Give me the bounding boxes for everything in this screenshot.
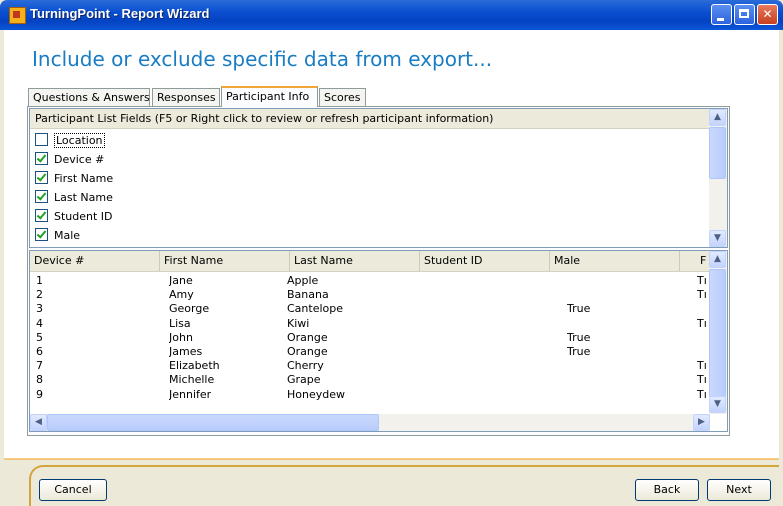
cell-first-name: James — [169, 345, 203, 358]
cell-f: Tı — [697, 274, 707, 287]
scroll-up-icon[interactable]: ▲ — [709, 109, 726, 126]
cell-last-name: Kiwi — [287, 316, 310, 330]
cell-device: 6 — [36, 345, 43, 358]
cell-device: 3 — [36, 302, 43, 316]
cell-last-name: Banana — [287, 288, 329, 302]
checkbox[interactable] — [35, 190, 48, 203]
cell-device: 8 — [36, 373, 43, 387]
field-male[interactable]: Male — [35, 228, 80, 245]
table-row[interactable]: 9 Jennifer Honeydew Tı — [30, 388, 710, 402]
tab-responses[interactable]: Responses — [152, 88, 220, 106]
table-row[interactable]: 1 Jane Apple Tı — [30, 274, 710, 288]
tab-participant-info[interactable]: Participant Info — [221, 86, 318, 107]
fields-list-header: Participant List Fields (F5 or Right cli… — [30, 109, 710, 129]
cell-first-name: Jane — [169, 274, 193, 287]
cell-first-name: George — [169, 302, 210, 316]
table-row[interactable]: 6 James Orange True — [30, 345, 710, 359]
cell-last-name: Apple — [287, 274, 319, 287]
column-header-last-name[interactable]: Last Name — [290, 251, 420, 271]
field-first-name[interactable]: First Name — [35, 171, 113, 188]
app-icon — [9, 7, 26, 24]
checkbox[interactable] — [35, 171, 48, 184]
table-horizontal-scrollbar[interactable]: ◀ ▶ — [30, 414, 710, 431]
cell-device: 9 — [36, 387, 43, 401]
scroll-thumb[interactable] — [709, 269, 726, 397]
cell-first-name: Elizabeth — [169, 359, 220, 373]
checkbox[interactable] — [35, 133, 48, 146]
table-header: Device # First Name Last Name Student ID… — [30, 251, 710, 272]
scroll-up-icon[interactable]: ▲ — [709, 251, 726, 268]
scroll-left-icon[interactable]: ◀ — [30, 414, 47, 431]
cell-f: Tı — [697, 288, 707, 302]
tab-scores[interactable]: Scores — [319, 88, 366, 106]
table-row[interactable]: 8 Michelle Grape Tı — [30, 373, 710, 387]
scroll-thumb[interactable] — [709, 127, 726, 179]
page-heading: Include or exclude specific data from ex… — [32, 47, 493, 71]
column-header-f[interactable]: F — [680, 251, 710, 271]
cell-device: 2 — [36, 288, 43, 302]
checkbox[interactable] — [35, 228, 48, 241]
cell-last-name: Honeydew — [287, 387, 345, 401]
fields-vertical-scrollbar[interactable]: ▲ ▼ — [709, 109, 727, 247]
field-device[interactable]: Device # — [35, 152, 104, 169]
scroll-down-icon[interactable]: ▼ — [709, 230, 726, 247]
cell-last-name: Orange — [287, 345, 328, 358]
cell-f: Tı — [697, 316, 707, 330]
checkbox[interactable] — [35, 152, 48, 165]
participant-fields-list: Participant List Fields (F5 or Right cli… — [29, 108, 728, 248]
cancel-button[interactable]: Cancel — [39, 479, 107, 501]
title-bar[interactable]: TurningPoint - Report Wizard ✕ — [0, 0, 783, 30]
column-header-device[interactable]: Device # — [30, 251, 160, 271]
table-row[interactable]: 2 Amy Banana Tı — [30, 288, 710, 302]
maximize-icon[interactable] — [734, 4, 755, 25]
cell-first-name: Lisa — [169, 316, 191, 330]
cell-first-name: Jennifer — [169, 387, 212, 401]
scroll-down-icon[interactable]: ▼ — [709, 396, 726, 413]
horizontal-scroll-thumb[interactable] — [47, 414, 379, 431]
cell-device: 5 — [36, 330, 43, 344]
report-wizard-window: TurningPoint - Report Wizard ✕ Include o… — [0, 0, 783, 506]
cell-first-name: Amy — [169, 288, 194, 302]
cell-f: Tı — [697, 359, 707, 373]
cell-last-name: Orange — [287, 330, 328, 344]
cell-f: Tı — [697, 373, 707, 387]
table-row[interactable]: 4 Lisa Kiwi Tı — [30, 317, 710, 331]
field-last-name[interactable]: Last Name — [35, 190, 113, 207]
scroll-right-icon[interactable]: ▶ — [693, 414, 710, 431]
field-student-id[interactable]: Student ID — [35, 209, 113, 226]
cell-male: True — [567, 330, 591, 344]
table-row[interactable]: 5 John Orange True — [30, 331, 710, 345]
cell-first-name: John — [169, 330, 193, 344]
window-title: TurningPoint - Report Wizard — [30, 6, 210, 21]
column-header-male[interactable]: Male — [550, 251, 680, 271]
tab-questions-answers[interactable]: Questions & Answers — [28, 88, 150, 106]
cell-male: True — [567, 345, 591, 358]
cell-first-name: Michelle — [169, 373, 215, 387]
table-row[interactable]: 7 Elizabeth Cherry Tı — [30, 359, 710, 373]
cell-device: 1 — [36, 274, 43, 287]
table-row[interactable]: 3 George Cantelope True — [30, 302, 710, 316]
back-button[interactable]: Back — [635, 479, 699, 501]
cell-device: 4 — [36, 316, 43, 330]
participant-table: Device # First Name Last Name Student ID… — [29, 250, 728, 432]
cell-last-name: Grape — [287, 373, 321, 387]
cell-last-name: Cherry — [287, 359, 324, 373]
checkbox[interactable] — [35, 209, 48, 222]
cell-device: 7 — [36, 359, 43, 373]
minimize-icon[interactable] — [711, 4, 732, 25]
column-header-first-name[interactable]: First Name — [160, 251, 290, 271]
cell-male: True — [567, 302, 591, 316]
table-vertical-scrollbar[interactable]: ▲ ▼ — [709, 251, 727, 414]
cell-f: Tı — [697, 387, 707, 401]
close-icon[interactable]: ✕ — [757, 4, 778, 25]
next-button[interactable]: Next — [707, 479, 771, 501]
cell-last-name: Cantelope — [287, 302, 344, 316]
column-header-student-id[interactable]: Student ID — [420, 251, 550, 271]
field-location[interactable]: Location — [35, 133, 105, 150]
